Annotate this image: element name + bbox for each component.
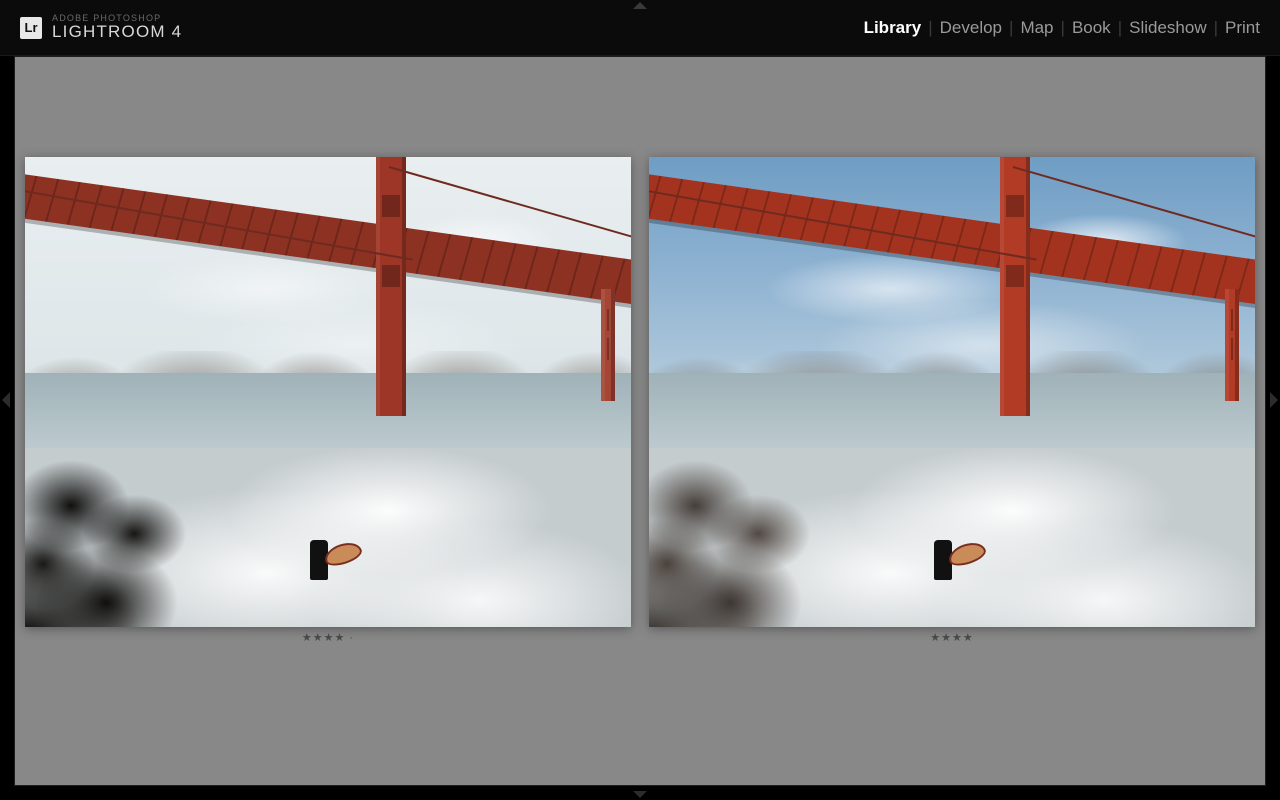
compare-after-column: ★★★★	[649, 157, 1255, 657]
identity-plate-bar: Lr ADOBE PHOTOSHOP LIGHTROOM 4 Library| …	[0, 0, 1280, 56]
photo-surfer	[310, 540, 328, 580]
photo-rocks	[25, 430, 352, 627]
chevron-right-icon[interactable]	[1270, 392, 1278, 408]
bridge-tower-far	[601, 289, 615, 402]
chevron-down-icon[interactable]	[633, 791, 647, 798]
photo-surfer	[934, 540, 952, 580]
brand-line-2: LIGHTROOM 4	[52, 23, 182, 41]
module-separator: |	[1002, 18, 1020, 38]
module-print[interactable]: Print	[1225, 16, 1260, 40]
rating-stars-after[interactable]: ★★★★	[930, 631, 973, 644]
module-separator: |	[1054, 18, 1072, 38]
bridge-tower-far	[1225, 289, 1239, 402]
module-book[interactable]: Book	[1072, 16, 1111, 40]
compare-view: ★★★★ · ★★★★	[25, 157, 1255, 657]
compare-before-column: ★★★★ ·	[25, 157, 631, 657]
identity-plate: ADOBE PHOTOSHOP LIGHTROOM 4	[52, 14, 182, 41]
main-canvas: ★★★★ · ★★★★	[14, 56, 1266, 786]
module-separator: |	[921, 18, 939, 38]
compare-after-photo[interactable]	[649, 157, 1255, 627]
compare-before-photo[interactable]	[25, 157, 631, 627]
app-logo-icon: Lr	[20, 17, 42, 39]
chevron-up-icon[interactable]	[633, 2, 647, 9]
bridge-tower-near	[376, 157, 406, 416]
bridge-tower-near	[1000, 157, 1030, 416]
module-separator: |	[1111, 18, 1129, 38]
module-picker: Library| Develop| Map| Book| Slideshow| …	[864, 16, 1260, 40]
module-slideshow[interactable]: Slideshow	[1129, 16, 1207, 40]
rating-stars-before[interactable]: ★★★★ ·	[302, 631, 354, 644]
chevron-left-icon[interactable]	[2, 392, 10, 408]
module-develop[interactable]: Develop	[940, 16, 1002, 40]
photo-rocks	[649, 430, 976, 627]
module-separator: |	[1207, 18, 1225, 38]
module-library[interactable]: Library	[864, 16, 922, 40]
module-map[interactable]: Map	[1020, 16, 1053, 40]
